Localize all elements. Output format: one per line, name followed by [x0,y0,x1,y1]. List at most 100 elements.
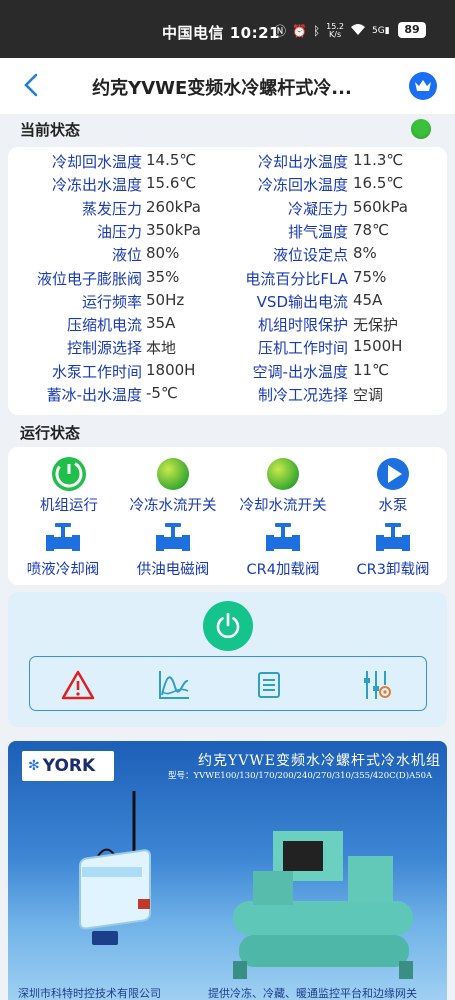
run-item-cr3-unload-valve[interactable]: CR3卸载阀 [338,521,448,579]
param-row: 运行频率 50Hz VSD输出电流 45A [8,291,447,314]
param-label: 液位 [111,246,142,265]
param-value: 本地 [146,339,177,358]
run-status-heading: 运行状态 [20,424,81,442]
param-value: 45A [353,290,383,309]
run-item-water-pump[interactable]: 水泵 [338,457,448,515]
param-label: 电流百分比FLA [245,269,348,288]
run-item-cr4-load-valve[interactable]: CR4加载阀 [228,521,338,579]
page-title: 约克YVWE变频水冷螺杆式冷... [92,78,352,99]
control-panel [8,592,447,727]
param-value: 35A [146,314,176,333]
banner-title: 约克YVWE变频水冷螺杆式冷水机组 [198,753,441,769]
trend-chart-icon [159,671,189,699]
valve-icon [263,521,303,555]
run-item-label: 水泵 [378,498,408,514]
param-label: 机组时限保护 [257,316,348,335]
param-label: 压机工作时间 [257,339,348,358]
power-button[interactable] [203,601,253,651]
settings-button[interactable] [358,669,394,701]
param-label: 蓄冰-出水温度 [46,386,142,404]
param-label: 控制源选择 [66,339,142,358]
run-item-label: 喷液冷却阀 [26,562,100,578]
param-label: 液位设定点 [272,246,348,265]
parameters-panel: 冷却回水温度 14.5℃ 冷却出水温度 11.3℃ 冷冻出水温度 15.6℃ 冷冻回水温度 1… [8,147,447,415]
run-item-unit-running[interactable]: 机组运行 [14,457,124,515]
param-label: 冷却回水温度 [51,153,142,171]
param-row: 冷冻出水温度 15.6℃ 冷冻回水温度 16.5℃ [8,174,447,197]
warning-icon [61,670,95,700]
gateway-device-image [79,791,151,945]
param-value: 11.3℃ [353,151,404,169]
back-button[interactable] [22,72,46,100]
param-row: 水泵工作时间 1800H 空调-出水温度 11℃ [8,361,447,384]
run-item-chilled-water-flow-switch[interactable]: 冷冻水流开关 [118,457,228,515]
param-value: 350kPa [146,220,201,239]
current-status-heading: 当前状态 [20,121,81,139]
param-label: 排气温度 [287,222,348,241]
param-label: 运行频率 [81,292,142,311]
param-row: 蒸发压力 260kPa 冷凝压力 560kPa [8,198,447,221]
param-row: 压缩机电流 35A 机组时限保护 无保护 [8,314,447,337]
bluetooth-icon: ᛒ [312,23,321,38]
run-status-panel: 机组运行 冷冻水流开关 冷却水流开关 水泵 喷液冷却阀 供油电磁阀 CR4加载阀… [8,447,447,585]
battery-indicator: 89 [398,22,426,38]
york-logo: ✻ YORK [22,751,114,781]
status-bar: 中国电信 10:21 Ⓝ ⏰ ᛒ 15.2 K/s 5G▮ 89 [0,0,455,58]
signal-icon: 5G▮ [371,25,390,36]
param-value: 16.5℃ [353,174,404,193]
param-value: 78℃ [353,220,389,239]
valve-icon [43,521,83,555]
param-value: 75% [353,267,387,286]
param-value: 15.6℃ [146,174,197,193]
tool-bar [29,656,427,711]
param-label: 水泵工作时间 [51,362,142,381]
product-banner: ✻ YORK 约克YVWE变频水冷螺杆式冷水机组 型号：YVWE100/130/… [8,741,447,1000]
wifi-icon [350,23,366,39]
valve-icon [373,521,413,555]
run-item-oil-solenoid-valve[interactable]: 供油电磁阀 [118,521,228,579]
param-value: 35% [146,267,180,286]
param-label: VSD输出电流 [256,292,348,311]
param-label: 蒸发压力 [81,199,142,218]
valve-icon [153,521,193,555]
param-label: 冷凝压力 [287,199,348,218]
run-item-label: 冷冻水流开关 [129,498,217,514]
green-ball-icon [263,457,303,491]
chevron-left-icon [24,73,38,97]
param-value: -5℃ [146,384,178,402]
param-value: 1500H [353,337,403,356]
title-bar: 约克YVWE变频水冷螺杆式冷... [0,58,455,114]
alarm-icon: ⏰ [292,23,307,38]
param-label: 压缩机电流 [66,316,142,335]
run-item-label: CR4加载阀 [246,562,320,578]
run-item-label: 机组运行 [40,498,98,514]
param-value: 14.5℃ [146,151,197,169]
status-icons: Ⓝ ⏰ ᛒ 15.2 K/s 5G▮ [274,22,390,39]
banner-company: 深圳市科特时控技术有限公司 [18,987,161,1000]
param-value: 80% [146,244,180,263]
param-label: 冷却出水温度 [257,153,348,171]
play-icon [373,457,413,491]
snowflake-icon: ✻ [28,758,40,774]
param-value: 1800H [146,360,196,379]
alarm-button[interactable] [60,669,96,701]
run-item-cooling-water-flow-switch[interactable]: 冷却水流开关 [228,457,338,515]
net-speed: 15.2 K/s [326,21,344,39]
param-value: 50Hz [146,290,185,309]
vip-crown-button[interactable] [409,72,437,100]
power-icon [216,612,240,639]
trend-chart-button[interactable] [156,669,192,701]
green-ball-icon [153,457,193,491]
param-value: 8% [353,244,377,263]
param-row: 蓄冰-出水温度 -5℃ 制冷工况选择 空调 [8,384,447,407]
settings-sliders-icon [364,671,391,699]
param-value: 260kPa [146,197,201,216]
run-item-liquid-injection-valve[interactable]: 喷液冷却阀 [8,521,118,579]
param-label: 冷冻出水温度 [51,176,142,195]
records-list-button[interactable] [251,669,287,701]
param-row: 控制源选择 本地 压机工作时间 1500H [8,337,447,360]
param-label: 空调-出水温度 [252,362,348,381]
param-value: 11℃ [353,360,389,379]
list-icon [258,672,280,698]
param-value: 无保护 [353,316,399,335]
